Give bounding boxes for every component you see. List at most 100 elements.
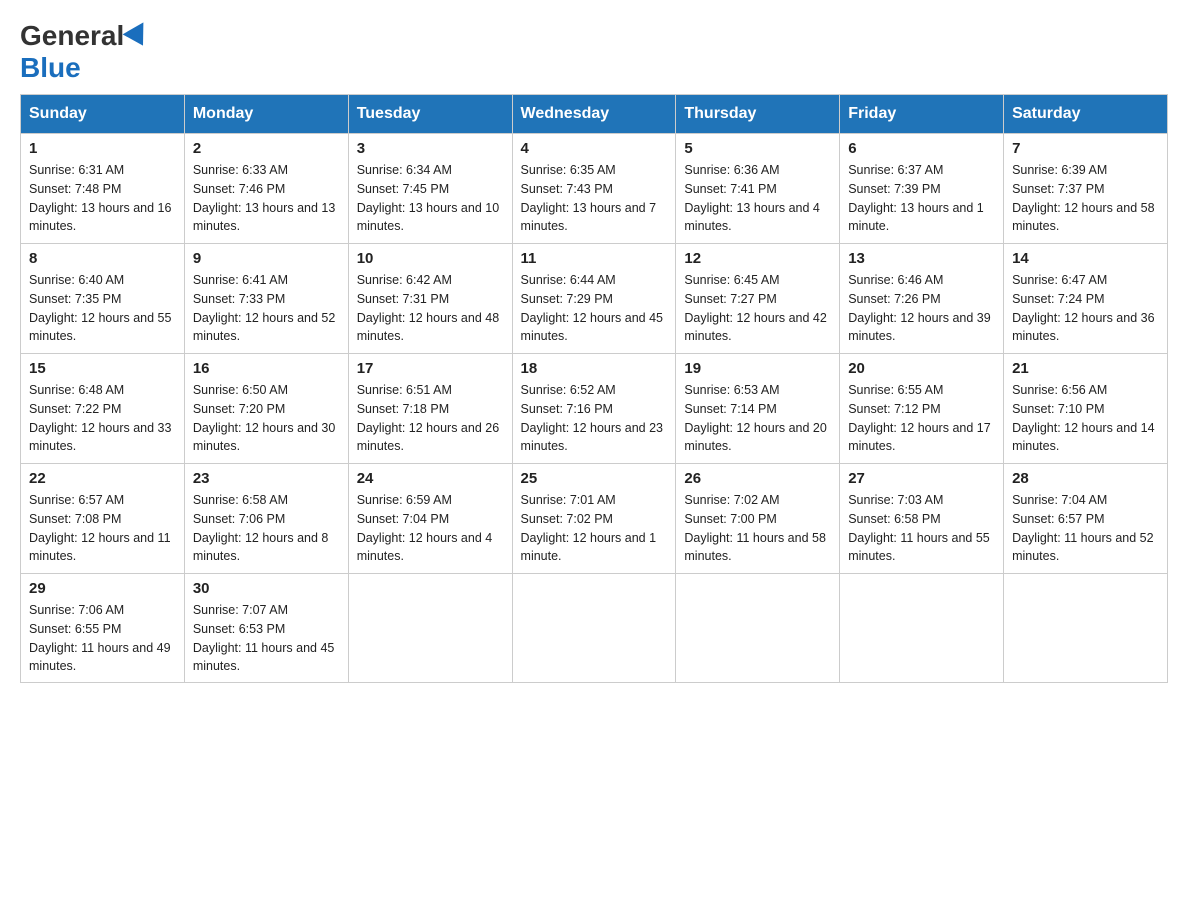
calendar-cell: 3 Sunrise: 6:34 AMSunset: 7:45 PMDaylight… (348, 134, 512, 244)
day-number: 21 (1012, 360, 1159, 377)
day-number: 19 (684, 360, 831, 377)
day-info: Sunrise: 6:58 AMSunset: 7:06 PMDaylight:… (193, 491, 340, 566)
calendar-cell: 26Sunrise: 7:02 AMSunset: 7:00 PMDayligh… (676, 464, 840, 574)
day-number: 23 (193, 470, 340, 487)
week-row-5: 29 Sunrise: 7:06 AMSunset: 6:55 PMDayligh… (21, 574, 1168, 683)
day-info: Sunrise: 6:50 AMSunset: 7:20 PMDaylight:… (193, 381, 340, 456)
day-info: Sunrise: 6:41 AMSunset: 7:33 PMDaylight:… (193, 271, 340, 346)
calendar-table: SundayMondayTuesdayWednesdayThursdayFrid… (20, 94, 1168, 683)
day-info: Sunrise: 6:34 AMSunset: 7:45 PMDaylight:… (357, 161, 504, 236)
calendar-cell: 8 Sunrise: 6:40 AMSunset: 7:35 PMDaylight… (21, 244, 185, 354)
calendar-cell: 22 Sunrise: 6:57 AMSunset: 7:08 PMDayligh… (21, 464, 185, 574)
day-number: 28 (1012, 470, 1159, 487)
day-info: Sunrise: 6:40 AMSunset: 7:35 PMDaylight:… (29, 271, 176, 346)
weekday-header-wednesday: Wednesday (512, 95, 676, 134)
day-info: Sunrise: 6:35 AMSunset: 7:43 PMDaylight:… (521, 161, 668, 236)
calendar-cell (348, 574, 512, 683)
calendar-cell: 10 Sunrise: 6:42 AMSunset: 7:31 PMDayligh… (348, 244, 512, 354)
week-row-1: 1Sunrise: 6:31 AMSunset: 7:48 PMDaylight… (21, 134, 1168, 244)
calendar-cell: 18 Sunrise: 6:52 AMSunset: 7:16 PMDayligh… (512, 354, 676, 464)
logo-general-text: General (20, 20, 124, 52)
weekday-header-sunday: Sunday (21, 95, 185, 134)
calendar-cell: 28Sunrise: 7:04 AMSunset: 6:57 PMDayligh… (1004, 464, 1168, 574)
day-info: Sunrise: 6:55 AMSunset: 7:12 PMDaylight:… (848, 381, 995, 456)
calendar-cell (512, 574, 676, 683)
day-number: 30 (193, 580, 340, 597)
day-number: 8 (29, 250, 176, 267)
calendar-cell (1004, 574, 1168, 683)
day-number: 17 (357, 360, 504, 377)
day-info: Sunrise: 6:52 AMSunset: 7:16 PMDaylight:… (521, 381, 668, 456)
day-info: Sunrise: 6:42 AMSunset: 7:31 PMDaylight:… (357, 271, 504, 346)
day-number: 24 (357, 470, 504, 487)
day-info: Sunrise: 6:37 AMSunset: 7:39 PMDaylight:… (848, 161, 995, 236)
day-info: Sunrise: 6:53 AMSunset: 7:14 PMDaylight:… (684, 381, 831, 456)
logo-arrow-icon (123, 22, 154, 51)
day-number: 3 (357, 140, 504, 157)
day-number: 5 (684, 140, 831, 157)
day-info: Sunrise: 6:59 AMSunset: 7:04 PMDaylight:… (357, 491, 504, 566)
day-info: Sunrise: 6:51 AMSunset: 7:18 PMDaylight:… (357, 381, 504, 456)
calendar-cell: 7Sunrise: 6:39 AMSunset: 7:37 PMDaylight… (1004, 134, 1168, 244)
day-info: Sunrise: 6:46 AMSunset: 7:26 PMDaylight:… (848, 271, 995, 346)
day-number: 9 (193, 250, 340, 267)
week-row-3: 15Sunrise: 6:48 AMSunset: 7:22 PMDayligh… (21, 354, 1168, 464)
weekday-header-monday: Monday (184, 95, 348, 134)
day-number: 25 (521, 470, 668, 487)
weekday-header-saturday: Saturday (1004, 95, 1168, 134)
day-number: 7 (1012, 140, 1159, 157)
calendar-cell: 2 Sunrise: 6:33 AMSunset: 7:46 PMDaylight… (184, 134, 348, 244)
calendar-cell: 13 Sunrise: 6:46 AMSunset: 7:26 PMDayligh… (840, 244, 1004, 354)
calendar-cell: 1Sunrise: 6:31 AMSunset: 7:48 PMDaylight… (21, 134, 185, 244)
day-info: Sunrise: 6:45 AMSunset: 7:27 PMDaylight:… (684, 271, 831, 346)
day-info: Sunrise: 6:33 AMSunset: 7:46 PMDaylight:… (193, 161, 340, 236)
calendar-cell: 11Sunrise: 6:44 AMSunset: 7:29 PMDayligh… (512, 244, 676, 354)
day-number: 4 (521, 140, 668, 157)
day-info: Sunrise: 7:07 AMSunset: 6:53 PMDaylight:… (193, 601, 340, 676)
day-number: 13 (848, 250, 995, 267)
weekday-header-thursday: Thursday (676, 95, 840, 134)
day-info: Sunrise: 7:06 AMSunset: 6:55 PMDaylight:… (29, 601, 176, 676)
weekday-header-friday: Friday (840, 95, 1004, 134)
calendar-cell: 21 Sunrise: 6:56 AMSunset: 7:10 PMDayligh… (1004, 354, 1168, 464)
calendar-cell: 27Sunrise: 7:03 AMSunset: 6:58 PMDayligh… (840, 464, 1004, 574)
day-number: 12 (684, 250, 831, 267)
logo-blue-text: Blue (20, 52, 81, 84)
day-number: 16 (193, 360, 340, 377)
calendar-cell: 24 Sunrise: 6:59 AMSunset: 7:04 PMDayligh… (348, 464, 512, 574)
page-header: General Blue (20, 20, 1168, 84)
day-number: 2 (193, 140, 340, 157)
calendar-cell: 9 Sunrise: 6:41 AMSunset: 7:33 PMDaylight… (184, 244, 348, 354)
day-info: Sunrise: 6:57 AMSunset: 7:08 PMDaylight:… (29, 491, 176, 566)
week-row-4: 22 Sunrise: 6:57 AMSunset: 7:08 PMDayligh… (21, 464, 1168, 574)
day-info: Sunrise: 6:36 AMSunset: 7:41 PMDaylight:… (684, 161, 831, 236)
calendar-cell: 4 Sunrise: 6:35 AMSunset: 7:43 PMDaylight… (512, 134, 676, 244)
day-number: 1 (29, 140, 176, 157)
week-row-2: 8 Sunrise: 6:40 AMSunset: 7:35 PMDaylight… (21, 244, 1168, 354)
day-info: Sunrise: 6:47 AMSunset: 7:24 PMDaylight:… (1012, 271, 1159, 346)
day-info: Sunrise: 7:01 AMSunset: 7:02 PMDaylight:… (521, 491, 668, 566)
day-number: 22 (29, 470, 176, 487)
day-info: Sunrise: 6:48 AMSunset: 7:22 PMDaylight:… (29, 381, 176, 456)
calendar-cell: 15Sunrise: 6:48 AMSunset: 7:22 PMDayligh… (21, 354, 185, 464)
day-number: 14 (1012, 250, 1159, 267)
weekday-header-row: SundayMondayTuesdayWednesdayThursdayFrid… (21, 95, 1168, 134)
calendar-cell (840, 574, 1004, 683)
calendar-cell: 16 Sunrise: 6:50 AMSunset: 7:20 PMDayligh… (184, 354, 348, 464)
day-number: 18 (521, 360, 668, 377)
day-number: 10 (357, 250, 504, 267)
calendar-cell: 12 Sunrise: 6:45 AMSunset: 7:27 PMDayligh… (676, 244, 840, 354)
calendar-cell (676, 574, 840, 683)
calendar-cell: 14 Sunrise: 6:47 AMSunset: 7:24 PMDayligh… (1004, 244, 1168, 354)
day-number: 20 (848, 360, 995, 377)
day-info: Sunrise: 6:56 AMSunset: 7:10 PMDaylight:… (1012, 381, 1159, 456)
logo: General Blue (20, 20, 150, 84)
day-info: Sunrise: 6:44 AMSunset: 7:29 PMDaylight:… (521, 271, 668, 346)
calendar-cell: 17 Sunrise: 6:51 AMSunset: 7:18 PMDayligh… (348, 354, 512, 464)
day-info: Sunrise: 7:02 AMSunset: 7:00 PMDaylight:… (684, 491, 831, 566)
day-info: Sunrise: 7:03 AMSunset: 6:58 PMDaylight:… (848, 491, 995, 566)
day-number: 29 (29, 580, 176, 597)
calendar-cell: 29 Sunrise: 7:06 AMSunset: 6:55 PMDayligh… (21, 574, 185, 683)
calendar-cell: 25 Sunrise: 7:01 AMSunset: 7:02 PMDayligh… (512, 464, 676, 574)
calendar-cell: 19 Sunrise: 6:53 AMSunset: 7:14 PMDayligh… (676, 354, 840, 464)
